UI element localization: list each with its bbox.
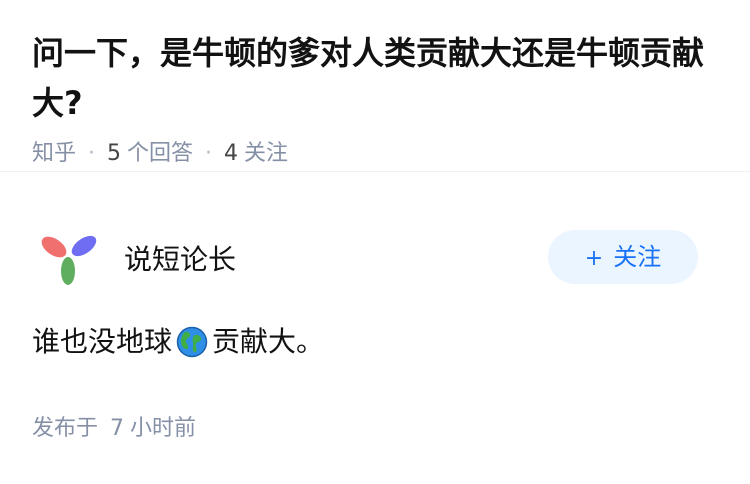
source-label[interactable]: 知乎 — [32, 140, 76, 168]
answer-count: 5 — [107, 141, 122, 166]
meta-separator: · — [205, 141, 213, 166]
plus-icon: + — [584, 246, 604, 271]
question-meta: 知乎 · 5 个回答 · 4 关注 — [32, 140, 718, 168]
answer-text-after: 贡献大。 — [212, 325, 325, 358]
follow-count: 4 — [224, 141, 239, 166]
zhihu-question-page: 问一下，是牛顿的爹对人类贡献大还是牛顿贡献大? 知乎 · 5 个回答 · 4 关… — [0, 0, 750, 484]
answer-card: 说短论长 + 关注 谁也没地球 贡献大。 发布于 7 小时前 — [0, 208, 750, 442]
meta-separator: · — [88, 141, 96, 166]
answer-count-label: 个回答 — [127, 141, 194, 166]
question-header: 问一下，是牛顿的爹对人类贡献大还是牛顿贡献大? 知乎 · 5 个回答 · 4 关… — [0, 0, 750, 172]
answer-content[interactable]: 谁也没地球 贡献大。 — [32, 322, 718, 362]
question-title[interactable]: 问一下，是牛顿的爹对人类贡献大还是牛顿贡献大? — [32, 28, 718, 128]
answer-text-before: 谁也没地球 — [32, 325, 173, 358]
follow-count-label: 关注 — [244, 141, 289, 166]
tri-leaf-logo-icon — [41, 235, 97, 285]
avatar[interactable] — [38, 227, 100, 289]
publish-time: 发布于 7 小时前 — [32, 410, 718, 442]
follow-button-label: 关注 — [613, 243, 662, 271]
author-name[interactable]: 说短论长 — [124, 238, 236, 278]
publish-time-value: 7 — [110, 416, 125, 441]
earth-globe-icon — [176, 326, 208, 358]
author-row: 说短论长 + 关注 — [32, 208, 718, 308]
publish-time-unit: 小时前 — [130, 416, 197, 441]
follow-button[interactable]: + 关注 — [548, 230, 698, 284]
publish-time-prefix: 发布于 — [32, 416, 99, 441]
